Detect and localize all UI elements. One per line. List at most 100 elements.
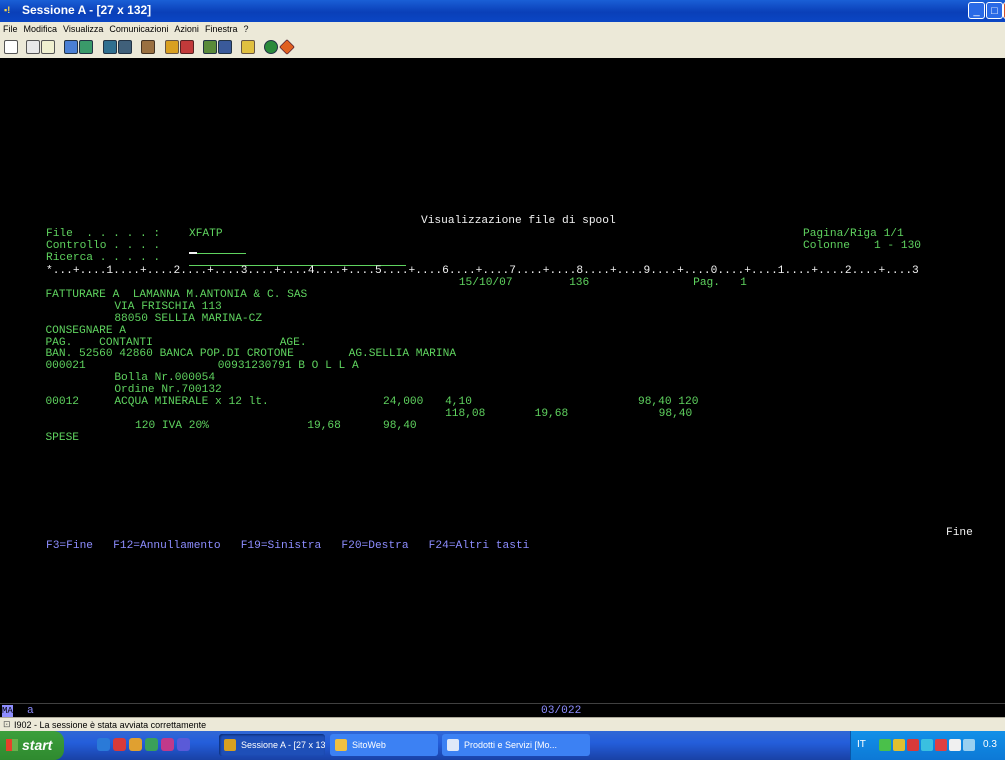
report-text: Pag. 1 (693, 277, 747, 289)
receive-icon[interactable] (79, 40, 93, 54)
file-value: XFATP (189, 228, 223, 240)
fine-indicator: Fine (946, 527, 973, 539)
report-text: 98,40 (658, 407, 693, 420)
start-button[interactable]: start (0, 731, 64, 760)
report-text: AG.SELLIA MARINA (348, 348, 457, 361)
connect-icon[interactable] (264, 40, 278, 54)
record-macro-icon[interactable] (141, 40, 155, 54)
controllo-input[interactable] (189, 253, 246, 254)
emulator-task-icon (224, 739, 236, 751)
report-text: 136 (569, 277, 590, 289)
task-label: Prodotti e Servizi [Mo... (464, 740, 558, 750)
menu-azioni[interactable]: Azioni (171, 22, 202, 34)
column-ruler: *...+....1....+....2....+....3....+....4… (46, 265, 919, 277)
report-text: 4,10 (445, 396, 472, 408)
report-text: 19,68 (534, 407, 569, 420)
send-icon[interactable] (64, 40, 78, 54)
report-text: FATTURARE A LAMANNA M.ANTONIA & C. SAS (45, 288, 308, 301)
task-label: Sessione A - [27 x 132] (241, 740, 325, 750)
play-macro-icon[interactable] (165, 40, 179, 54)
media-quicklaunch-icon[interactable] (161, 738, 174, 751)
windows-taskbar: start Sessione A - [27 x 132] SitoWeb Pr… (0, 731, 1005, 760)
task-sitoweb[interactable]: SitoWeb (330, 734, 438, 756)
toolbar (0, 37, 1005, 59)
emulator-app-icon[interactable]: ▪! (4, 4, 18, 17)
report-text: 00012 (45, 396, 80, 408)
clock: 0.3 (983, 739, 997, 750)
connection-tray-icon[interactable] (963, 739, 975, 751)
menu-visualizza[interactable]: Visualizza (60, 22, 106, 34)
task-prodotti-servizi[interactable]: Prodotti e Servizi [Mo... (442, 734, 590, 756)
report-text: 24,000 (383, 396, 424, 408)
browser-task-icon (447, 739, 459, 751)
menu-comunicazioni[interactable]: Comunicazioni (106, 22, 171, 34)
menu-modifica[interactable]: Modifica (21, 22, 61, 34)
oia-mode: MA (2, 705, 13, 717)
system-tray: IT 0.3 (850, 731, 1005, 760)
clipboard-icon[interactable] (241, 40, 255, 54)
file-label: File . . . . . : (46, 228, 161, 240)
operator-info-area: MA a 03/022 (0, 703, 1005, 718)
colonne-value: 1 - 130 (874, 240, 921, 252)
report-text: VIA FRISCHIA 113 (114, 300, 222, 313)
monitor-icon[interactable] (118, 40, 132, 54)
volume-tray-icon[interactable] (949, 739, 961, 751)
menu-file[interactable]: File (0, 22, 21, 34)
report-text: 19,68 (307, 419, 341, 432)
report-text: 98,40 120 (637, 396, 699, 408)
ie-quicklaunch-icon[interactable] (97, 738, 110, 751)
report-text: 00931230791 B O L L A (217, 360, 359, 373)
text-cursor (189, 252, 197, 254)
messenger-tray-icon[interactable] (921, 739, 933, 751)
shield-tray-icon[interactable] (893, 739, 905, 751)
report-text: 120 IVA 20% (135, 419, 209, 432)
desktop-quicklaunch-icon[interactable] (177, 738, 190, 751)
report-text: 15/10/07 (458, 277, 513, 289)
report-text: 98,40 (383, 419, 417, 432)
color-map-icon[interactable] (218, 40, 232, 54)
task-sessione-a[interactable]: Sessione A - [27 x 132] (219, 734, 325, 756)
copy-icon[interactable] (26, 40, 40, 54)
status-message: I902 - La sessione è stata avviata corre… (14, 720, 207, 730)
terminal-screen[interactable]: Visualizzazione file di spool Pagina/Rig… (0, 58, 1005, 703)
menu-bar: File Modifica Visualizza Comunicazioni Azion… (0, 22, 1005, 37)
cursor-position: 03/022 (541, 705, 582, 717)
network-tray-icon[interactable] (879, 739, 891, 751)
paste-icon[interactable] (41, 40, 55, 54)
minimize-button[interactable]: _ (968, 2, 985, 19)
language-indicator[interactable]: IT (857, 739, 866, 750)
report-text: ACQUA MINERALE x 12 lt. (114, 396, 269, 408)
folder-icon (335, 739, 347, 751)
display-icon[interactable] (103, 40, 117, 54)
window-titlebar: ▪! Sessione A - [27 x 132] _ □ (0, 0, 1005, 22)
oia-session: a (27, 705, 34, 717)
maximize-button[interactable]: □ (986, 2, 1003, 19)
messenger-quicklaunch-icon[interactable] (145, 738, 158, 751)
colonne-label: Colonne (803, 240, 850, 252)
controllo-label: Controllo . . . . (46, 240, 161, 252)
report-text: BAN. 52560 42860 BANCA POP.DI CROTONE (45, 348, 294, 361)
report-text: AGE. (279, 336, 307, 349)
print-screen-icon[interactable] (4, 40, 18, 54)
windows-logo-icon (6, 739, 18, 751)
function-keys[interactable]: F3=Fine F12=Annullamento F19=Sinistra F2… (46, 540, 529, 552)
report-text: Bolla Nr.000054 (114, 372, 216, 385)
opera-quicklaunch-icon[interactable] (113, 738, 126, 751)
menu-finestra[interactable]: Finestra (202, 22, 241, 34)
ricerca-label: Ricerca . . . . . (46, 252, 161, 264)
keyboard-map-icon[interactable] (203, 40, 217, 54)
menu-help[interactable]: ? (240, 22, 251, 34)
report-text: Ordine Nr.700132 (114, 384, 222, 397)
stop-macro-icon[interactable] (180, 40, 194, 54)
outlook-quicklaunch-icon[interactable] (129, 738, 142, 751)
report-text: 000021 (45, 360, 86, 373)
disconnect-icon[interactable] (279, 39, 295, 55)
status-bar: ⊡ I902 - La sessione è stata avviata cor… (0, 717, 1005, 732)
window-title: Sessione A - [27 x 132] (22, 3, 152, 17)
report-text: CONSEGNARE A (45, 324, 127, 337)
report-text: 88050 SELLIA MARINA-CZ (114, 312, 263, 325)
security-tray-icon[interactable] (935, 739, 947, 751)
antivirus-tray-icon[interactable] (907, 739, 919, 751)
session-status-icon: ⊡ (3, 719, 11, 729)
report-text: SPESE (45, 431, 80, 444)
